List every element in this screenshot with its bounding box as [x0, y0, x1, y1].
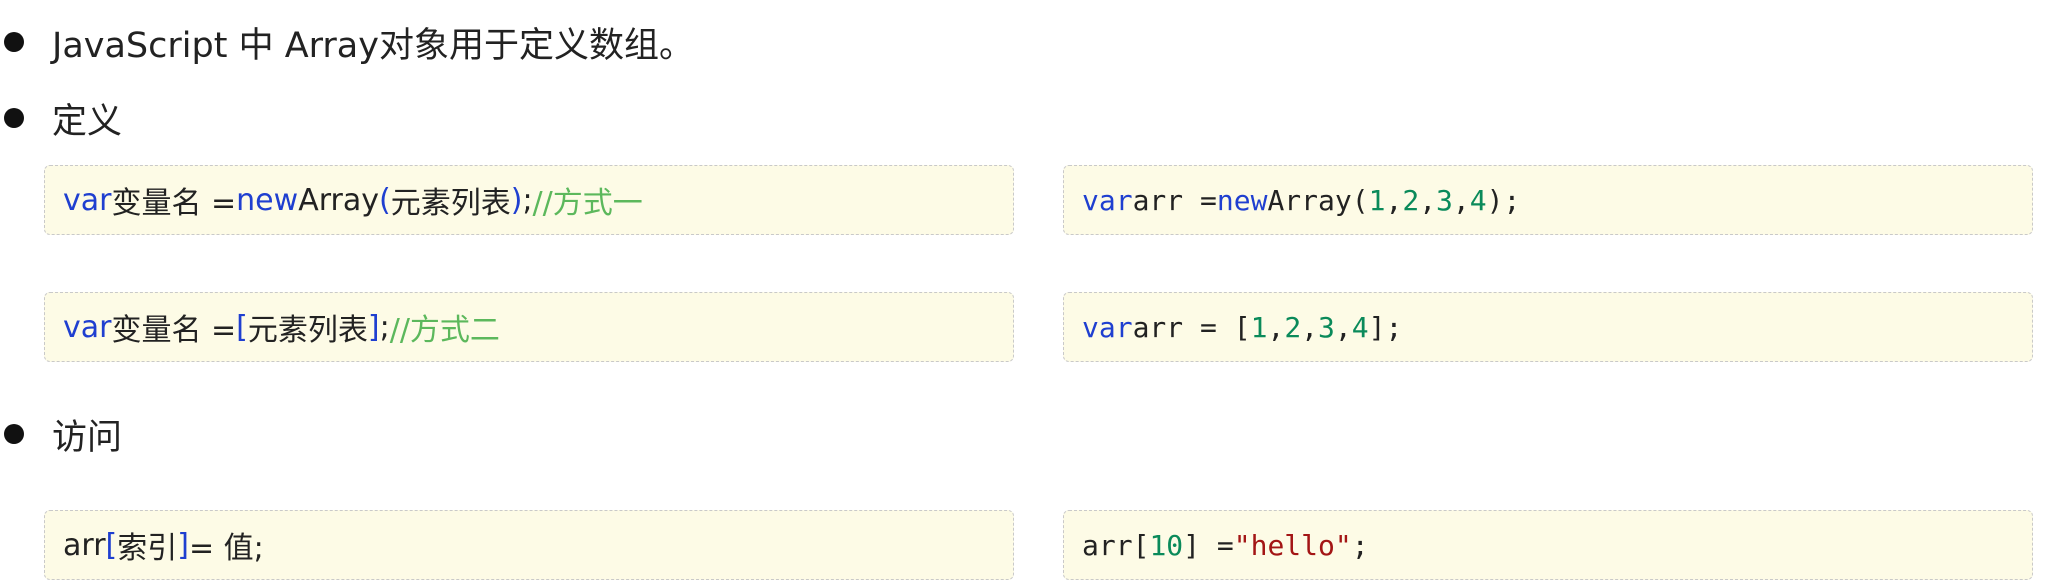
number-literal: 10: [1149, 528, 1184, 562]
paren-open: (: [379, 182, 391, 218]
bracket-close: ]: [177, 527, 189, 563]
comma: ,: [1267, 310, 1285, 344]
assign-value: = 值;: [188, 531, 264, 566]
bullet-icon: [4, 32, 24, 52]
close: ];: [1368, 310, 1403, 344]
comma: ,: [1334, 310, 1352, 344]
bullet-define-text: 定义: [52, 101, 123, 142]
comma: ,: [1301, 310, 1319, 344]
array-constructor: Array(: [1267, 183, 1369, 217]
close: );: [1486, 183, 1521, 217]
array-constructor: Array: [298, 182, 379, 218]
access-syntax-box: arr[ 索引 ] = 值;: [44, 510, 1014, 580]
comma: ,: [1419, 183, 1437, 217]
comment-method-2: //方式二: [389, 313, 500, 348]
bullet-access-text: 访问: [52, 417, 123, 458]
index-placeholder: 索引: [117, 531, 178, 566]
keyword-new: new: [236, 182, 299, 218]
access-example-box: arr[10] = "hello";: [1063, 510, 2033, 580]
comment-method-1: //方式一: [532, 186, 643, 221]
define-syntax-1-box: var 变量名 = new Array(元素列表); //方式一: [44, 165, 1014, 235]
number-literal: 4: [1469, 183, 1487, 217]
arr-open: arr[: [1082, 528, 1150, 562]
number-literal: 4: [1351, 310, 1369, 344]
number-literal: 2: [1284, 310, 1302, 344]
variable-name: 变量名 =: [111, 186, 237, 221]
bullet-icon: [4, 424, 24, 444]
keyword-var: var: [1082, 183, 1133, 217]
semicolon: ;: [379, 309, 390, 345]
element-list: 元素列表: [390, 186, 511, 221]
keyword-new: new: [1216, 183, 1268, 217]
arr-assign: arr =: [1132, 183, 1217, 217]
keyword-var: var: [1082, 310, 1133, 344]
number-literal: 1: [1250, 310, 1268, 344]
arr-assign: arr = [: [1132, 310, 1251, 344]
bullet-icon: [4, 108, 24, 128]
number-literal: 1: [1368, 183, 1386, 217]
comma: ,: [1452, 183, 1470, 217]
number-literal: 3: [1436, 183, 1453, 217]
define-example-2-box: var arr = [1, 2, 3, 4];: [1063, 292, 2033, 362]
number-literal: 2: [1402, 183, 1420, 217]
keyword-var: var: [63, 182, 112, 218]
element-list: 元素列表: [247, 313, 368, 348]
keyword-var: var: [63, 309, 112, 345]
number-literal: 3: [1318, 310, 1335, 344]
assign: ] =: [1183, 528, 1234, 562]
bracket-close: ]: [367, 309, 380, 345]
define-example-1-box: var arr = new Array(1, 2, 3, 4);: [1063, 165, 2033, 235]
semicolon: ;: [522, 182, 533, 218]
bracket-open: [: [236, 309, 248, 345]
semicolon: ;: [1351, 528, 1369, 562]
variable-name: 变量名 =: [111, 313, 237, 348]
paren-close: ): [510, 182, 523, 218]
bracket-open: [: [105, 527, 118, 563]
string-literal: "hello": [1233, 528, 1352, 562]
comma: ,: [1385, 183, 1403, 217]
define-syntax-2-box: var 变量名 = [ 元素列表 ]; //方式二: [44, 292, 1014, 362]
bullet-intro-text: JavaScript 中 Array对象用于定义数组。: [52, 25, 694, 66]
arr-identifier: arr: [63, 527, 106, 563]
